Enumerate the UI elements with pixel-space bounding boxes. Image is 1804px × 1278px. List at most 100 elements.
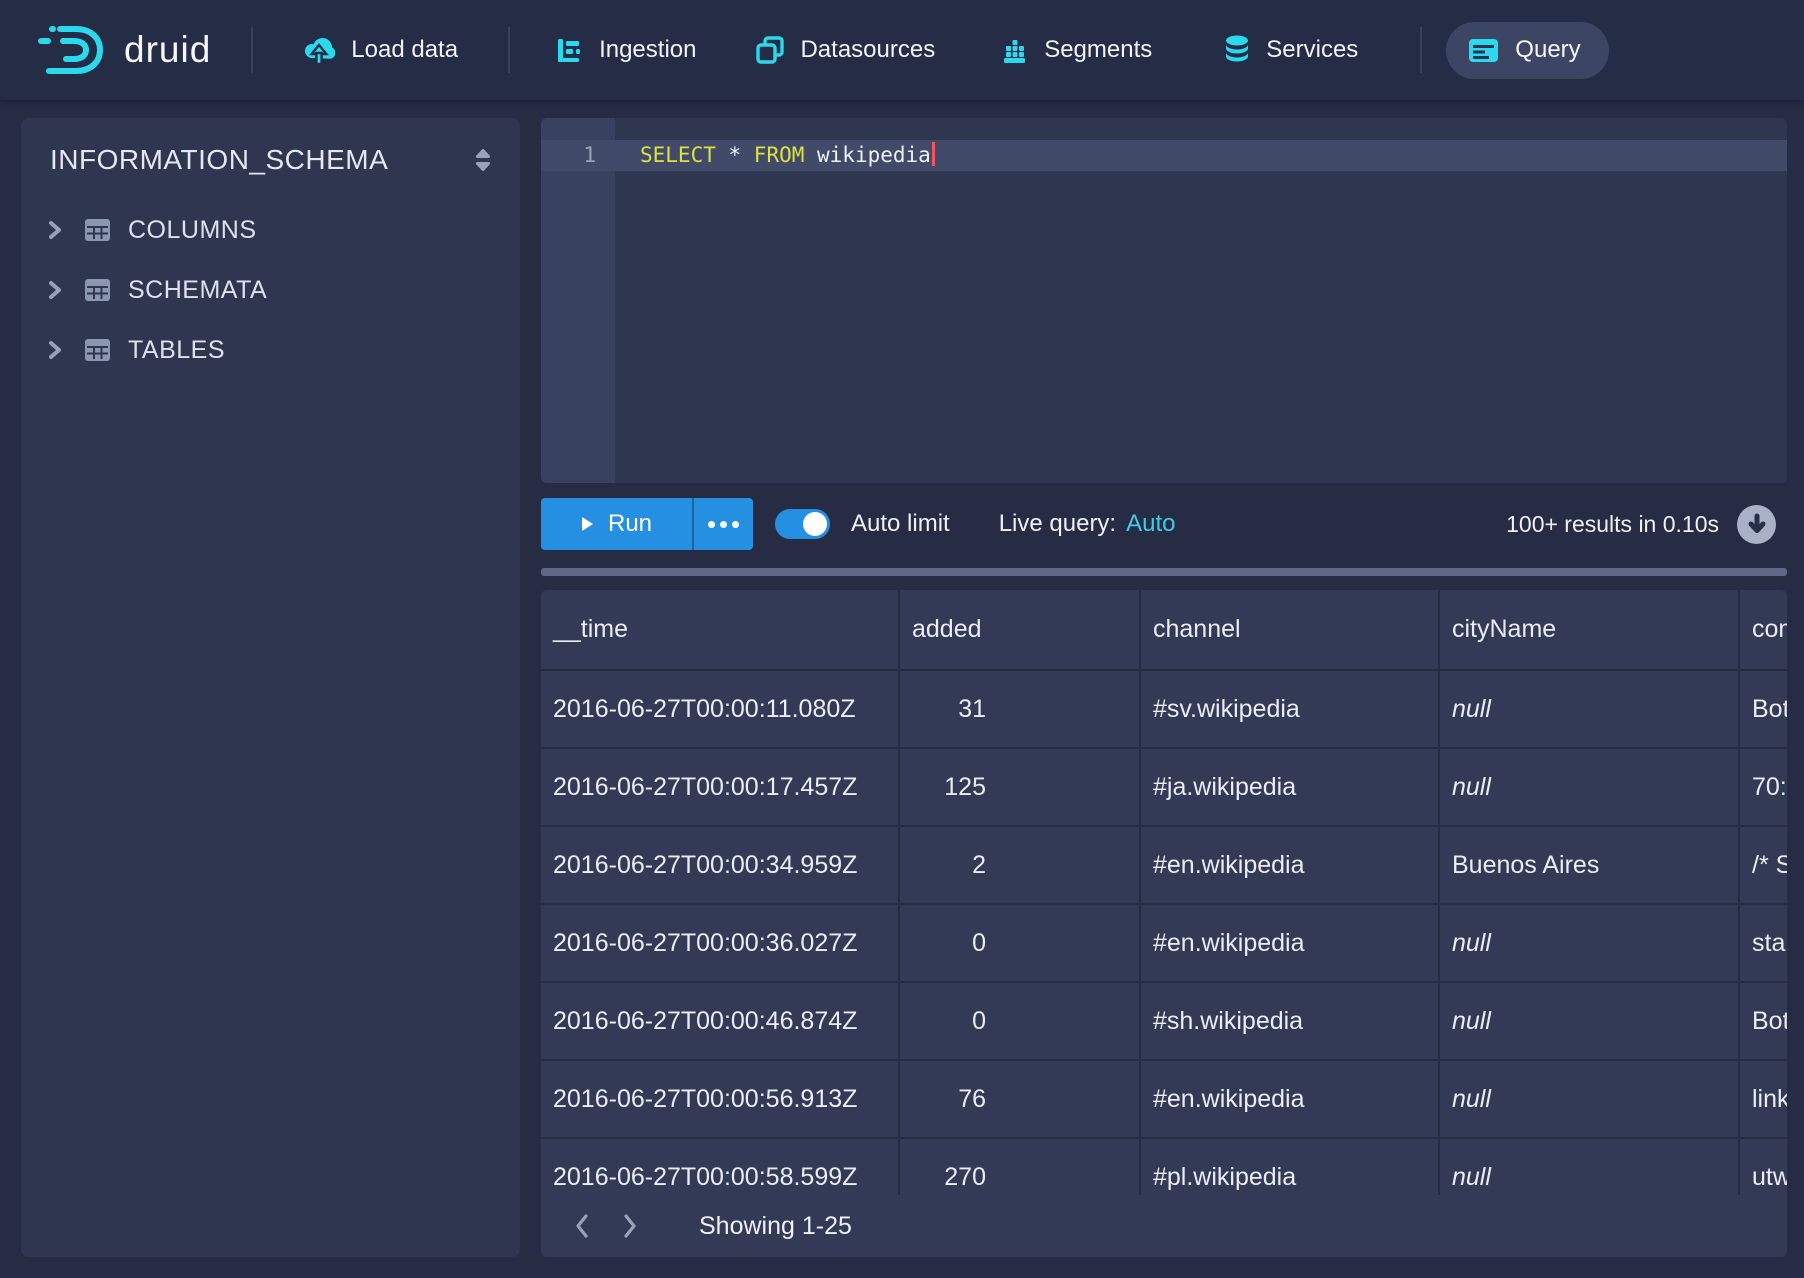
navbar-divider	[251, 27, 253, 73]
table-row: 2016-06-27T00:00:58.599Z 270 #pl.wikiped…	[541, 1139, 1787, 1195]
line-number: 1	[541, 140, 615, 171]
cell-channel[interactable]: #sv.wikipedia	[1141, 671, 1440, 747]
cell-comment[interactable]: link	[1740, 1061, 1787, 1137]
druid-brand[interactable]: druid	[36, 22, 211, 78]
schema-title: INFORMATION_SCHEMA	[50, 144, 388, 176]
table-row: 2016-06-27T00:00:34.959Z 2 #en.wikipedia…	[541, 827, 1787, 905]
resize-splitter[interactable]	[541, 568, 1787, 576]
results-header-row: __time added channel cityName comment	[541, 590, 1787, 671]
auto-limit-toggle[interactable]	[775, 509, 830, 539]
sort-double-caret-icon[interactable]	[472, 148, 494, 172]
nav-services[interactable]: Services	[1224, 35, 1358, 65]
sql-keyword: FROM	[754, 143, 805, 167]
nav-segments[interactable]: Segments	[1001, 36, 1152, 64]
cell-channel[interactable]: #en.wikipedia	[1141, 905, 1440, 981]
cell-cityname[interactable]: null	[1440, 983, 1740, 1059]
results-body: 2016-06-27T00:00:11.080Z 31 #sv.wikipedi…	[541, 671, 1787, 1195]
cell-time[interactable]: 2016-06-27T00:00:34.959Z	[541, 827, 900, 903]
live-query-label: Live query:	[999, 510, 1116, 538]
tree-item-schemata[interactable]: SCHEMATA	[21, 260, 520, 320]
cell-comment[interactable]: Bot	[1740, 671, 1787, 747]
auto-limit-label: Auto limit	[851, 510, 950, 538]
chevron-right-icon[interactable]	[45, 339, 65, 361]
column-header-added[interactable]: added	[900, 590, 1141, 669]
text-cursor	[932, 142, 935, 166]
gantt-chart-icon	[556, 37, 583, 64]
tree-item-tables[interactable]: TABLES	[21, 320, 520, 380]
nav-datasources-label: Datasources	[800, 36, 935, 64]
cell-channel[interactable]: #en.wikipedia	[1141, 1061, 1440, 1137]
nav-datasources[interactable]: Datasources	[756, 36, 935, 64]
chevron-right-icon[interactable]	[45, 219, 65, 241]
cell-time[interactable]: 2016-06-27T00:00:11.080Z	[541, 671, 900, 747]
cell-comment[interactable]: sta	[1740, 905, 1787, 981]
column-header-cityname[interactable]: cityName	[1440, 590, 1740, 669]
column-header-channel[interactable]: channel	[1141, 590, 1440, 669]
cell-comment[interactable]: /* S	[1740, 827, 1787, 903]
cell-added[interactable]: 31	[900, 671, 1141, 747]
navbar-divider	[508, 27, 510, 73]
run-button[interactable]: Run	[541, 498, 692, 550]
cell-cityname[interactable]: null	[1440, 1061, 1740, 1137]
tree-item-label: COLUMNS	[128, 216, 257, 245]
cell-added[interactable]: 76	[900, 1061, 1141, 1137]
more-dots-icon	[720, 521, 727, 528]
cell-cityname[interactable]: null	[1440, 1139, 1740, 1195]
cell-comment[interactable]: Bot	[1740, 983, 1787, 1059]
cloud-upload-icon	[303, 35, 335, 65]
nav-query[interactable]: Query	[1446, 22, 1608, 79]
sql-editor[interactable]: 1 SELECT * FROM wikipedia	[541, 118, 1787, 483]
next-page-button[interactable]	[606, 1202, 654, 1250]
editor-gutter	[541, 118, 615, 483]
cell-time[interactable]: 2016-06-27T00:00:46.874Z	[541, 983, 900, 1059]
console-icon	[1468, 35, 1499, 66]
table-row: 2016-06-27T00:00:46.874Z 0 #sh.wikipedia…	[541, 983, 1787, 1061]
nav-load-data[interactable]: Load data	[303, 35, 458, 65]
prev-page-button[interactable]	[558, 1202, 606, 1250]
column-header-time[interactable]: __time	[541, 590, 900, 669]
cell-cityname[interactable]: null	[1440, 905, 1740, 981]
cell-added[interactable]: 270	[900, 1139, 1141, 1195]
table-row: 2016-06-27T00:00:11.080Z 31 #sv.wikipedi…	[541, 671, 1787, 749]
table-row: 2016-06-27T00:00:17.457Z 125 #ja.wikiped…	[541, 749, 1787, 827]
column-header-comment[interactable]: comment	[1740, 590, 1787, 669]
more-dots-icon	[732, 521, 739, 528]
cell-added[interactable]: 0	[900, 905, 1141, 981]
cell-channel[interactable]: #ja.wikipedia	[1141, 749, 1440, 825]
cell-comment[interactable]: utw	[1740, 1139, 1787, 1195]
cell-time[interactable]: 2016-06-27T00:00:56.913Z	[541, 1061, 900, 1137]
cell-added[interactable]: 0	[900, 983, 1141, 1059]
download-button[interactable]	[1737, 505, 1776, 544]
schema-sidebar: INFORMATION_SCHEMA	[21, 118, 520, 1257]
cell-time[interactable]: 2016-06-27T00:00:58.599Z	[541, 1139, 900, 1195]
cell-time[interactable]: 2016-06-27T00:00:17.457Z	[541, 749, 900, 825]
cell-channel[interactable]: #sh.wikipedia	[1141, 983, 1440, 1059]
sql-code-line[interactable]: SELECT * FROM wikipedia	[640, 140, 935, 171]
brand-name: druid	[124, 29, 211, 71]
table-icon	[85, 219, 110, 241]
nav-ingestion[interactable]: Ingestion	[556, 36, 696, 64]
live-query-value[interactable]: Auto	[1126, 510, 1175, 538]
run-more-button[interactable]	[692, 498, 753, 550]
cell-time[interactable]: 2016-06-27T00:00:36.027Z	[541, 905, 900, 981]
druid-console: druid Load data	[0, 0, 1804, 1278]
cell-added[interactable]: 125	[900, 749, 1141, 825]
nav-load-data-label: Load data	[351, 36, 458, 64]
more-dots-icon	[708, 521, 715, 528]
cell-channel[interactable]: #en.wikipedia	[1141, 827, 1440, 903]
chevron-right-icon[interactable]	[45, 279, 65, 301]
nav-query-label: Query	[1515, 36, 1580, 64]
cell-comment[interactable]: 70:	[1740, 749, 1787, 825]
download-arrow-icon	[1747, 513, 1767, 535]
cell-channel[interactable]: #pl.wikipedia	[1141, 1139, 1440, 1195]
stacked-squares-icon	[756, 36, 784, 64]
pagination-bar: Showing 1-25	[541, 1195, 1787, 1257]
cell-cityname[interactable]: null	[1440, 671, 1740, 747]
navbar-divider	[1420, 27, 1422, 73]
cell-cityname[interactable]: Buenos Aires	[1440, 827, 1740, 903]
tree-item-columns[interactable]: COLUMNS	[21, 200, 520, 260]
nav-ingestion-label: Ingestion	[599, 36, 696, 64]
run-button-group: Run	[541, 498, 753, 550]
cell-added[interactable]: 2	[900, 827, 1141, 903]
cell-cityname[interactable]: null	[1440, 749, 1740, 825]
